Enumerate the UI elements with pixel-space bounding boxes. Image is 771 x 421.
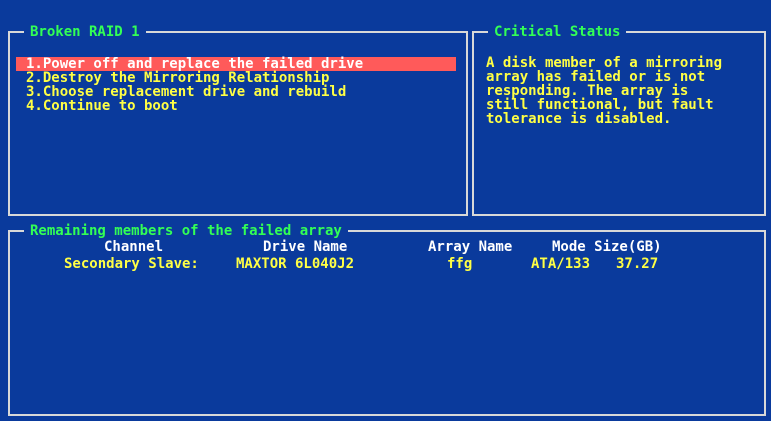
row-drive-name: MAXTOR 6L040J2 <box>236 256 355 272</box>
critical-status-panel-title: Critical Status <box>488 24 627 40</box>
row-size: 37.27 <box>616 256 659 272</box>
column-header-channel: Channel <box>104 239 164 255</box>
recovery-options-menu: 1.Power off and replace the failed drive… <box>16 57 456 113</box>
critical-status-message: A disk member of a mirroring array has f… <box>486 55 723 127</box>
row-array-name: ffg <box>447 256 473 272</box>
menu-option-choose-replacement[interactable]: 3.Choose replacement drive and rebuild <box>16 85 456 99</box>
remaining-members-panel-title: Remaining members of the failed array <box>24 223 348 239</box>
column-header-mode-size: Mode Size(GB) <box>552 239 662 255</box>
row-mode: ATA/133 <box>531 256 591 272</box>
table-row: Secondary Slave: MAXTOR 6L040J2 ffg ATA/… <box>0 257 658 271</box>
menu-option-destroy-mirroring[interactable]: 2.Destroy the Mirroring Relationship <box>16 71 456 85</box>
column-header-drive-name: Drive Name <box>263 239 348 255</box>
array-members-table-header: Channel Drive Name Array Name Mode Size(… <box>0 240 662 254</box>
broken-raid-panel-title: Broken RAID 1 <box>24 24 146 40</box>
row-channel: Secondary Slave: <box>64 256 199 272</box>
raid-bios-screen: Broken RAID 1 Critical Status Remaining … <box>0 0 771 421</box>
column-header-array-name: Array Name <box>428 239 513 255</box>
menu-option-continue-boot[interactable]: 4.Continue to boot <box>16 99 456 113</box>
menu-option-power-off-replace[interactable]: 1.Power off and replace the failed drive <box>16 57 456 71</box>
